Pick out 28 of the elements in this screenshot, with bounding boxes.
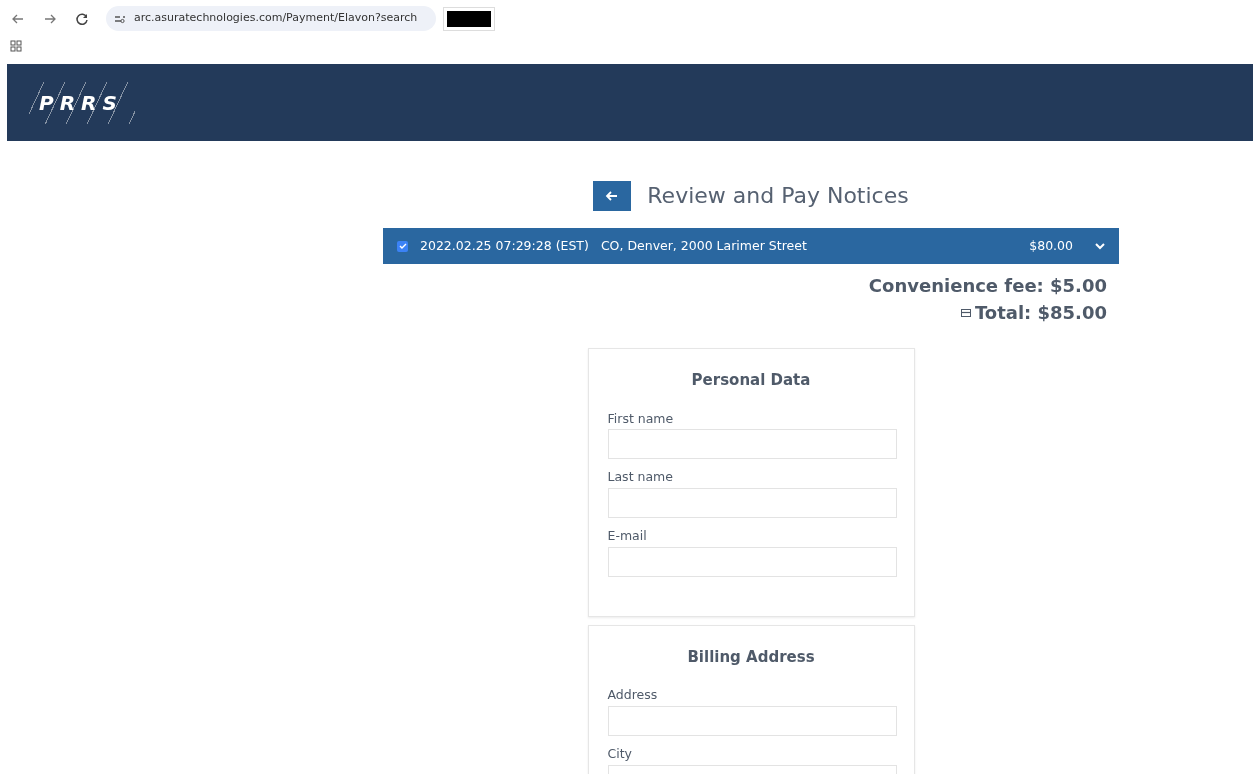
input-field[interactable] <box>607 429 897 460</box>
apps-grid-icon[interactable] <box>10 39 22 52</box>
input-field[interactable] <box>607 546 897 577</box>
notice-datetime: 2022.02.25 07:29:28 (EST) <box>420 236 589 255</box>
notice-checkbox[interactable] <box>397 240 408 252</box>
page-title: Review and Pay Notices <box>647 182 909 210</box>
notice-row[interactable]: 2022.02.25 07:29:28 (EST) CO, Denver, 2000 Larimer Street $80.00 <box>383 228 1119 264</box>
back-button[interactable] <box>593 180 632 211</box>
input-field[interactable] <box>607 488 897 518</box>
field-label: Last name <box>607 468 674 487</box>
card-title: Billing Address <box>686 646 816 668</box>
notice-amount: $80.00 <box>1029 236 1073 255</box>
logo[interactable]: PRRS <box>29 81 135 124</box>
field-label: Address <box>607 686 659 705</box>
input-field[interactable] <box>607 706 897 736</box>
address-bar[interactable]: arc.asuratechnologies.com/Payment/Elavon?search <box>106 6 436 31</box>
field-label: E-mail <box>607 527 648 545</box>
card-icon <box>960 308 971 317</box>
total-amount: Total: $85.00 <box>974 301 1108 325</box>
card-title: Personal Data <box>690 370 812 391</box>
field-label: City <box>607 745 633 763</box>
notice-location: CO, Denver, 2000 Larimer Street <box>600 236 807 255</box>
field-label: First name <box>607 409 675 428</box>
convenience-fee: Convenience fee: $5.00 <box>868 274 1108 298</box>
url-text: arc.asuratechnologies.com/Payment/Elavon?search <box>134 10 418 27</box>
arrow-left-icon <box>605 188 620 203</box>
site-settings-icon[interactable] <box>114 13 126 24</box>
chevron-down-icon[interactable] <box>1095 242 1105 250</box>
